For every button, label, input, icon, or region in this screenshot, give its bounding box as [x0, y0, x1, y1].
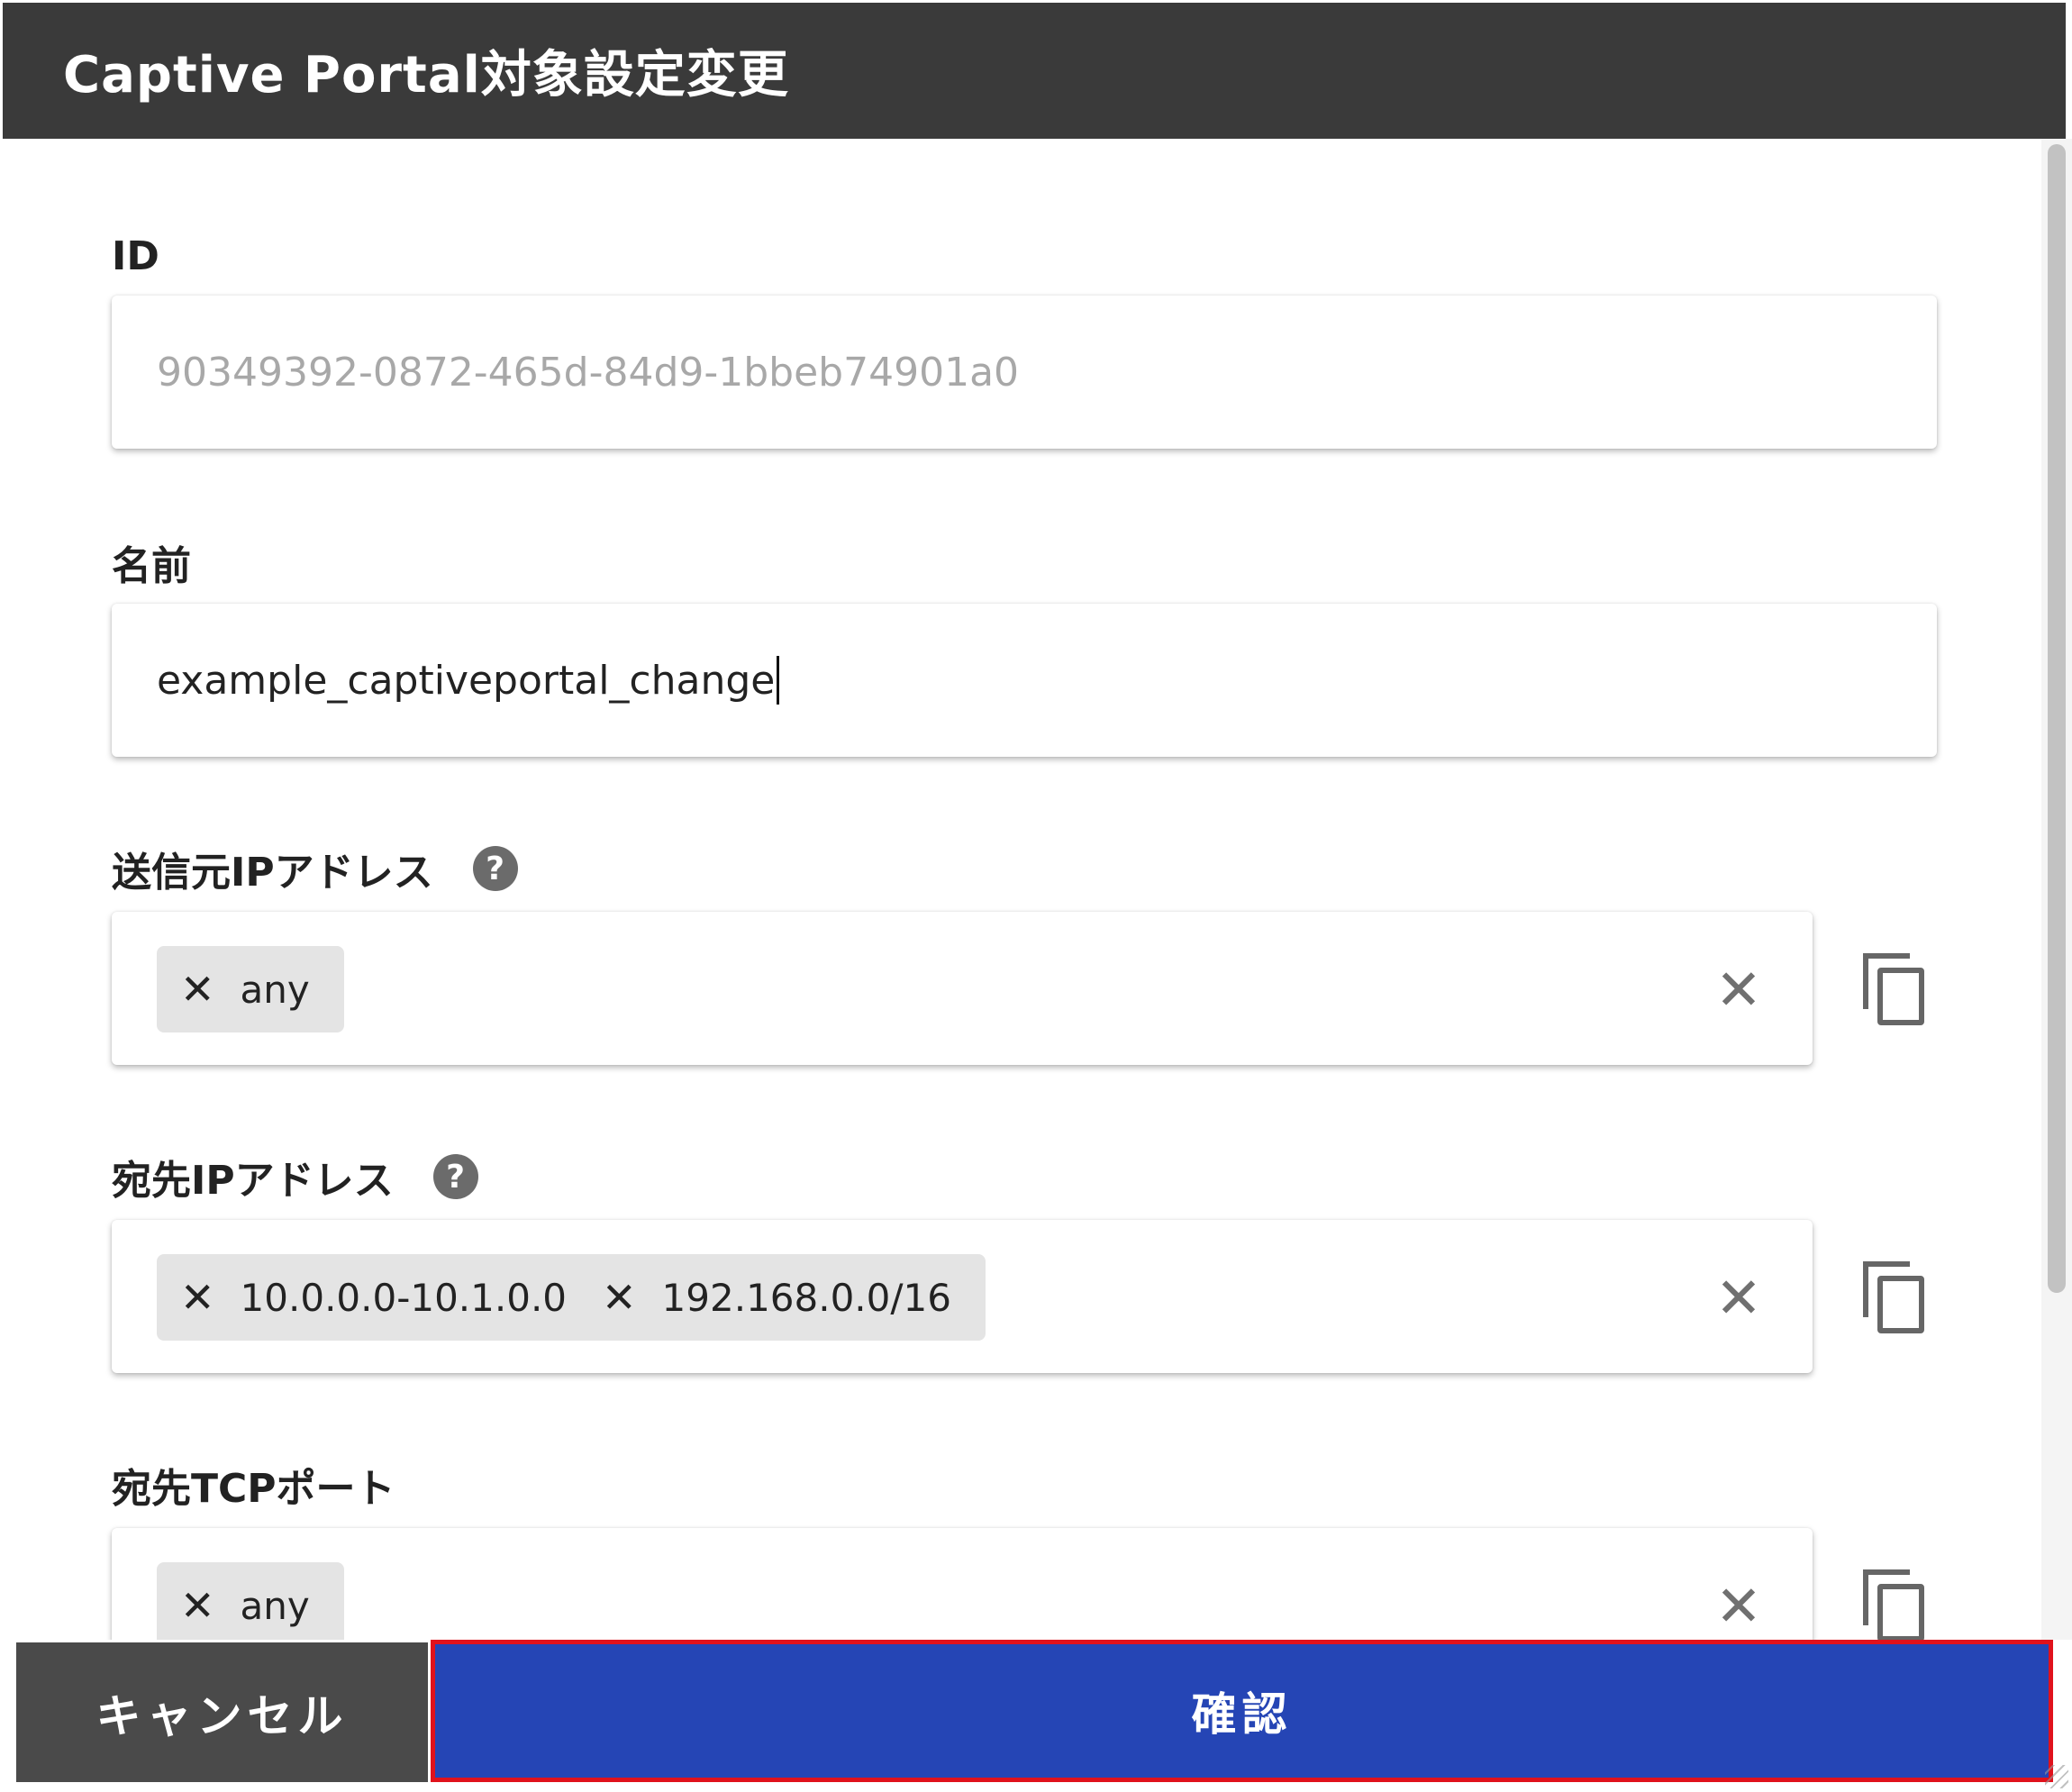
chip-label: any	[240, 1583, 310, 1628]
id-field: 90349392-0872-465d-84d9-1bbeb74901a0	[112, 296, 1937, 449]
chip-label: 10.0.0.0-10.1.0.0	[240, 1275, 568, 1320]
dest-ip-input[interactable]: ✕ 10.0.0.0-10.1.0.0 ✕ 192.168.0.0/16 ✕	[112, 1220, 1813, 1373]
dialog-content: ID 90349392-0872-465d-84d9-1bbeb74901a0 …	[0, 139, 2045, 1643]
copy-icon[interactable]	[1859, 1258, 1931, 1339]
cancel-button[interactable]: キャンセル	[16, 1642, 428, 1782]
captive-portal-edit-dialog: Captive Portal対象設定変更 ID 90349392-0872-46…	[0, 0, 2072, 1792]
source-ip-label-text: 送信元IPアドレス	[112, 850, 433, 896]
chip-remove-icon[interactable]: ✕	[602, 1273, 637, 1322]
confirm-button[interactable]: 確認	[431, 1640, 2053, 1782]
name-input[interactable]: example_captiveportal_change	[112, 604, 1937, 757]
chip-dest-ip-subnet: ✕ 192.168.0.0/16	[578, 1254, 986, 1341]
chip-label: 192.168.0.0/16	[661, 1275, 951, 1320]
dest-tcp-port-label: 宛先TCPポート	[112, 1466, 395, 1512]
close-icon[interactable]: ✕	[1715, 1562, 1762, 1643]
close-icon[interactable]: ✕	[1715, 1254, 1762, 1341]
chip-source-ip-any: ✕ any	[157, 946, 344, 1032]
name-value: example_captiveportal_change	[157, 657, 776, 704]
dest-ip-label-text: 宛先IPアドレス	[112, 1158, 394, 1204]
question-circle-icon[interactable]: ?	[472, 846, 518, 891]
scrollbar-thumb[interactable]	[2048, 144, 2066, 1293]
source-ip-input[interactable]: ✕ any ✕	[112, 912, 1813, 1065]
resize-grip-icon[interactable]	[2045, 1765, 2068, 1788]
dialog-title: Captive Portal対象設定変更	[3, 3, 2066, 139]
name-label: 名前	[112, 543, 191, 589]
chip-remove-icon[interactable]: ✕	[180, 965, 215, 1014]
question-circle-icon[interactable]: ?	[432, 1154, 478, 1199]
chip-remove-icon[interactable]: ✕	[180, 1581, 215, 1630]
dest-ip-label: 宛先IPアドレス ?	[112, 1150, 478, 1204]
copy-icon[interactable]	[1859, 1566, 1931, 1643]
chip-dest-port-any: ✕ any	[157, 1562, 344, 1643]
text-caret	[777, 656, 780, 705]
chip-remove-icon[interactable]: ✕	[180, 1273, 215, 1322]
dest-tcp-port-input[interactable]: ✕ any ✕	[112, 1528, 1813, 1643]
chip-label: any	[240, 967, 310, 1012]
close-icon[interactable]: ✕	[1715, 946, 1762, 1032]
dialog-footer: キャンセル 確認	[0, 1640, 2072, 1792]
id-value: 90349392-0872-465d-84d9-1bbeb74901a0	[157, 349, 1020, 396]
source-ip-label: 送信元IPアドレス ?	[112, 841, 518, 896]
id-label: ID	[112, 232, 159, 279]
copy-icon[interactable]	[1859, 950, 1931, 1031]
chip-dest-ip-range: ✕ 10.0.0.0-10.1.0.0	[157, 1254, 602, 1341]
